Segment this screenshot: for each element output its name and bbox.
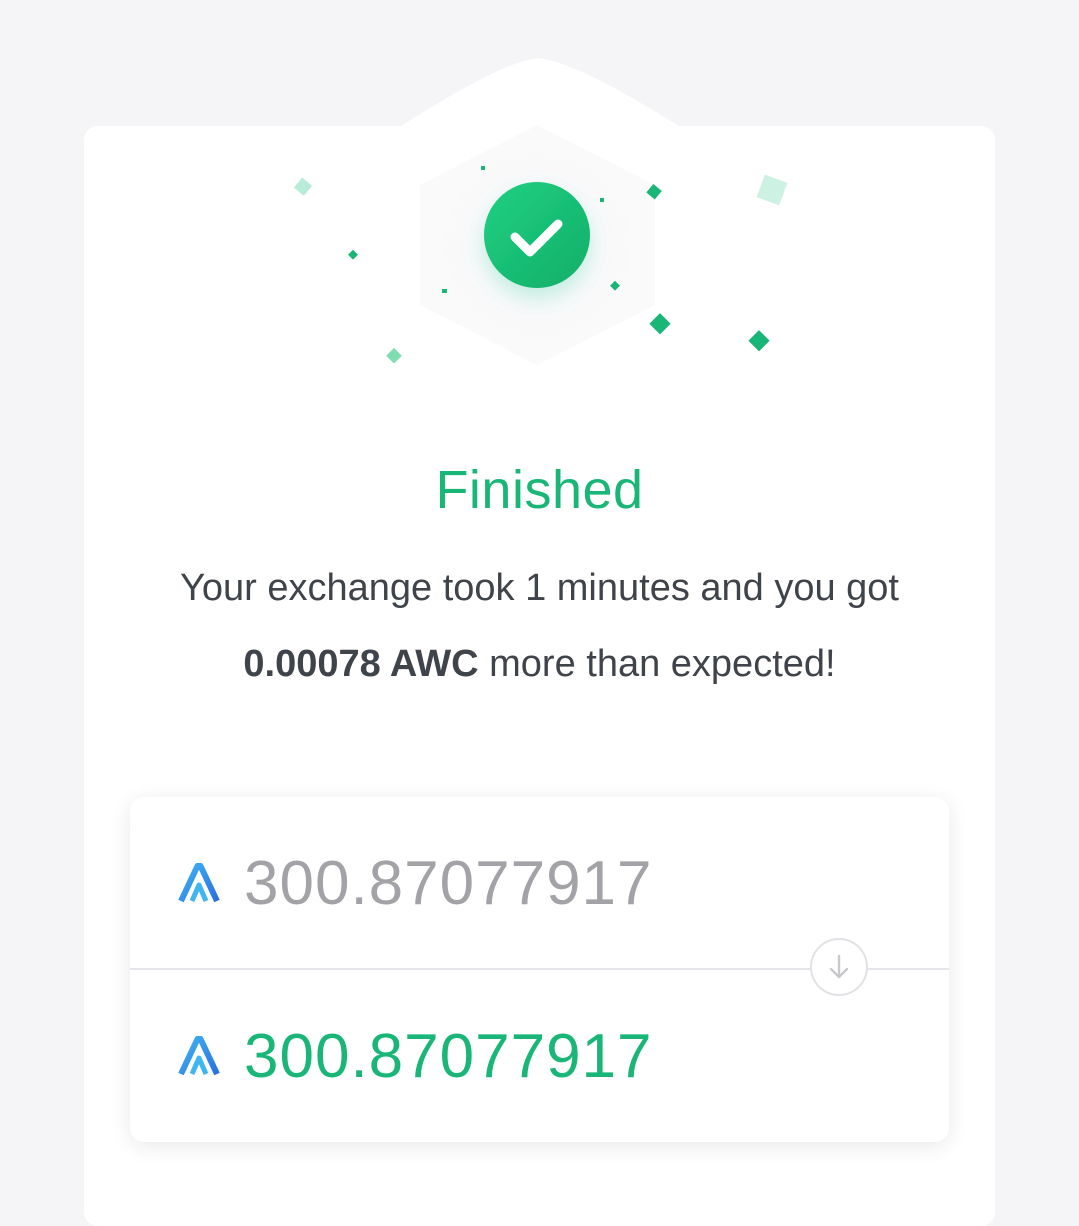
exchange-summary: 300.87077917 300.87077917	[130, 797, 949, 1142]
from-amount: 300.87077917	[244, 848, 653, 918]
to-amount: 300.87077917	[244, 1021, 653, 1091]
status-message: Your exchange took 1 minutes and you got…	[84, 550, 995, 702]
check-circle-icon	[484, 182, 590, 288]
status-message-line2-rest: more than expected!	[478, 643, 836, 685]
status-message-line2: 0.00078 AWC more than expected!	[84, 626, 995, 702]
awc-coin-icon	[178, 863, 220, 903]
awc-coin-icon	[178, 1036, 220, 1076]
status-title: Finished	[435, 460, 644, 520]
bonus-amount: 0.00078 AWC	[243, 643, 479, 685]
to-amount-row: 300.87077917	[130, 970, 949, 1142]
status-message-line1: Your exchange took 1 minutes and you got	[180, 567, 899, 609]
success-illustration	[293, 125, 788, 365]
